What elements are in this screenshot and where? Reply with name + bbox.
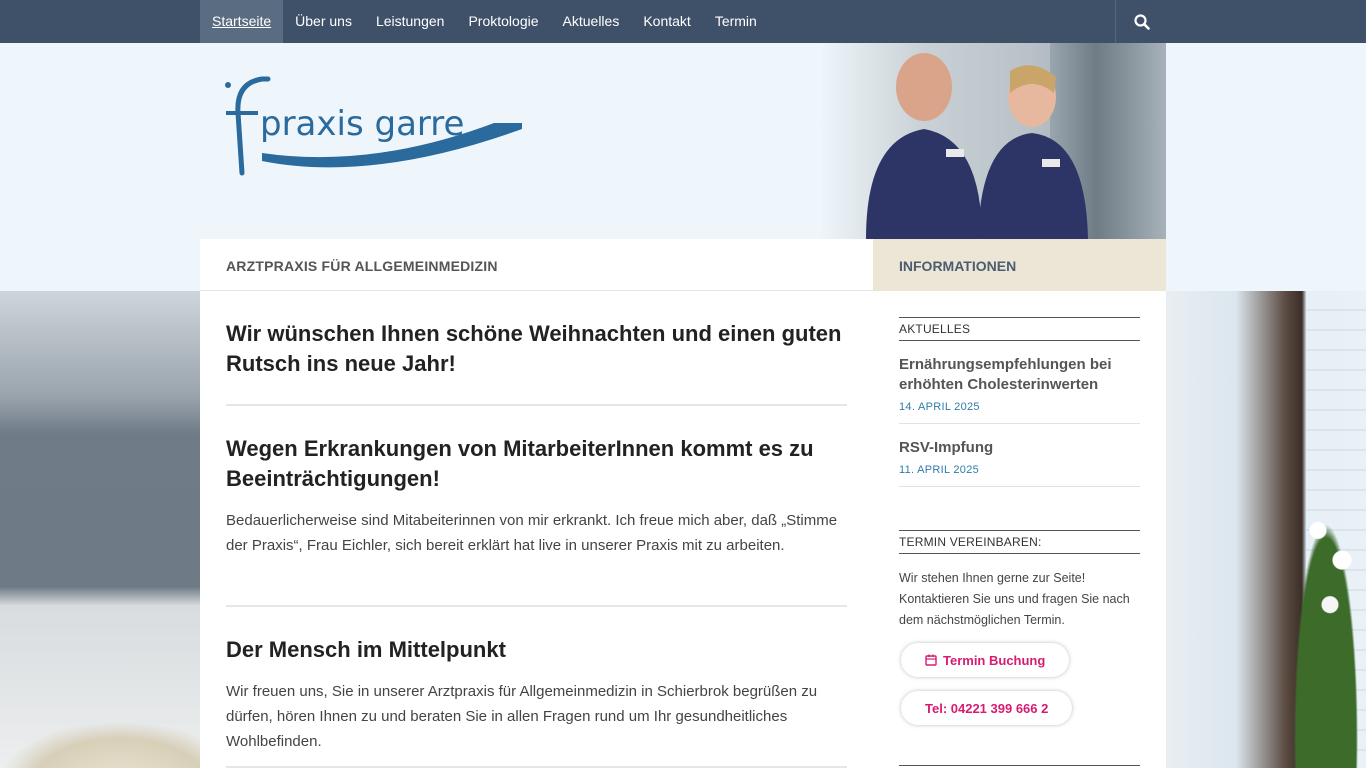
phone-button[interactable]: Tel: 04221 399 666 2 [901,691,1073,725]
news-item: RSV-Impfung 11. APRIL 2025 [899,424,1140,487]
hero-person-man [866,53,982,239]
sidebar-title: INFORMATIONEN [899,258,1017,274]
article-staff-illness: Wegen Erkrankungen von MitarbeiterInnen … [226,406,847,607]
news-title[interactable]: Ernährungsempfehlungen bei erhöhten Chol… [899,355,1140,395]
booking-button-label: Termin Buchung [943,652,1046,668]
logo-graphic: praxis garre [225,76,522,176]
site-header: praxis garre [200,43,1166,239]
article-title[interactable]: Wegen Erkrankungen von MitarbeiterInnen … [226,434,847,494]
article-body: Bedauerlicherweise sind Mitabeiterinnen … [226,512,838,554]
background-photo-right [1166,291,1366,768]
nav-termin[interactable]: Termin [703,0,769,43]
article-title[interactable]: Wir wünschen Ihnen schöne Weihnachten un… [226,319,847,379]
news-date: 11. APRIL 2025 [899,464,980,476]
nav-proktologie[interactable]: Proktologie [456,0,550,43]
sidebar: AKTUELLES Ernährungsempfehlungen bei erh… [873,291,1166,768]
page-title: ARZTPRAXIS FÜR ALLGEMEINMEDIZIN [226,258,498,274]
news-title[interactable]: RSV-Impfung [899,438,1140,458]
background-photo-left [0,291,200,768]
nav-startseite[interactable]: Startseite [200,0,284,43]
article-body: Wir freuen uns, Sie in unserer Arztpraxi… [226,683,818,750]
phone-button-label: Tel: 04221 399 666 2 [925,700,1049,716]
nav-menu: Startseite Über uns Leistungen Proktolog… [200,0,769,43]
search-icon [1133,13,1150,30]
news-item: Ernährungsempfehlungen bei erhöhten Chol… [899,341,1140,424]
background-orchid [1286,471,1366,768]
sidebar-title-bar: INFORMATIONEN [873,239,1166,291]
background-chair [0,721,200,768]
logo-text: praxis garre [260,104,464,144]
sidebar-termin-heading: TERMIN VEREINBAREN: [899,530,1140,554]
search-button[interactable] [1115,0,1167,43]
site-logo[interactable]: praxis garre [222,73,542,198]
hero-person-woman [978,65,1088,239]
section-title-bar: ARZTPRAXIS FÜR ALLGEMEINMEDIZIN [200,239,873,291]
article-christmas: Wir wünschen Ihnen schöne Weihnachten un… [226,291,847,406]
hero-photo-staff [820,43,1166,239]
main-content: Wir wünschen Ihnen schöne Weihnachten un… [200,291,873,768]
nav-ueber-uns[interactable]: Über uns [283,0,364,43]
article-mensch-mittelpunkt: Der Mensch im Mittelpunkt Wir freuen uns… [226,607,847,768]
booking-button[interactable]: Termin Buchung [901,643,1070,677]
nav-leistungen[interactable]: Leistungen [364,0,457,43]
termin-description: Wir stehen Ihnen gerne zur Seite! Kontak… [899,571,1130,627]
calendar-icon [925,654,937,666]
nav-aktuelles[interactable]: Aktuelles [551,0,632,43]
sidebar-divider [899,765,1140,766]
sidebar-news-heading: AKTUELLES [899,317,1140,341]
top-navigation: Startseite Über uns Leistungen Proktolog… [0,0,1366,43]
article-title[interactable]: Der Mensch im Mittelpunkt [226,635,847,665]
news-date: 14. APRIL 2025 [899,401,980,413]
nav-kontakt[interactable]: Kontakt [631,0,702,43]
